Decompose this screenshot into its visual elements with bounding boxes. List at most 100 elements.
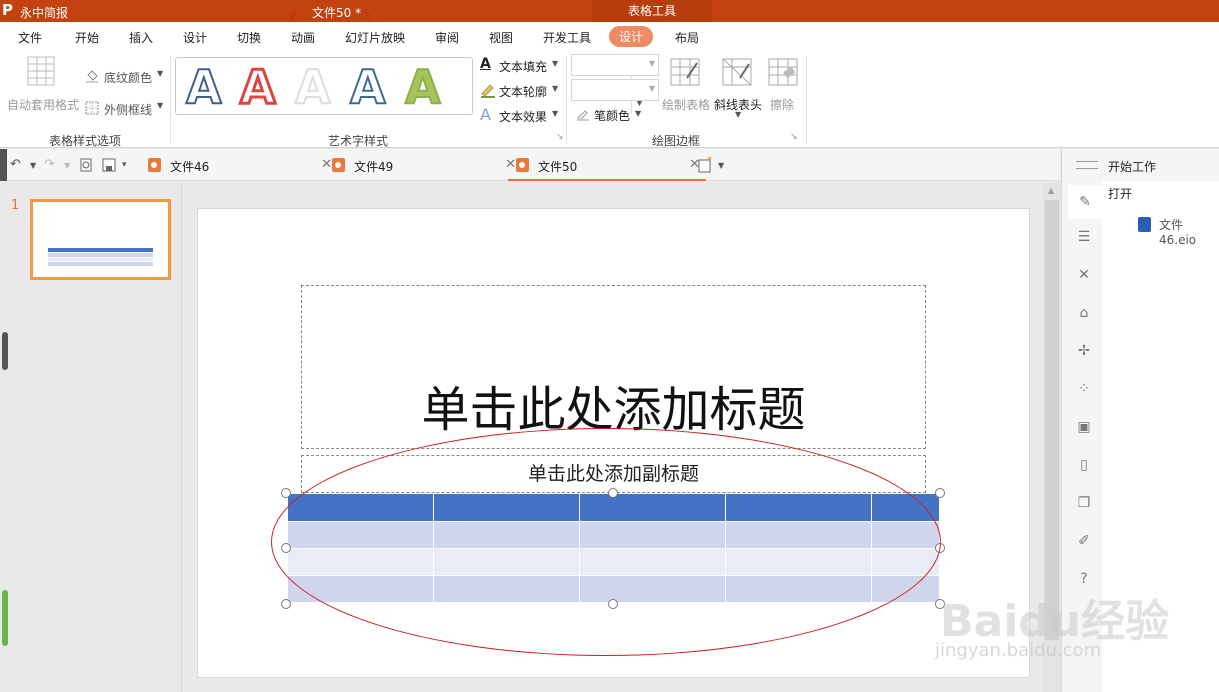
app-name: 永中简报 — [20, 6, 69, 20]
picture-icon[interactable]: ▣ — [1076, 419, 1092, 435]
brush-icon[interactable]: ⌂ — [1076, 305, 1092, 321]
presentation-file-icon — [1138, 217, 1151, 232]
left-edge-bar — [0, 149, 7, 181]
panel-grip-icon[interactable] — [1076, 161, 1098, 169]
tab-file49[interactable]: 文件49 ✕ — [332, 149, 516, 181]
pencil-icon[interactable]: ✎ — [1068, 185, 1102, 219]
sliders-icon[interactable]: ☰ — [1076, 229, 1092, 245]
slide-canvas: 单击此处添加标题 单击此处添加副标题 ▲ — [183, 182, 1061, 692]
resize-handle[interactable] — [935, 488, 945, 498]
subtitle-placeholder-text: 单击此处添加副标题 — [527, 463, 699, 485]
menu-home[interactable]: 开始 — [75, 29, 99, 46]
recent-file-link[interactable]: 文件46.eio — [1159, 216, 1219, 247]
text-outline-label: 文本轮廓 — [499, 85, 548, 99]
resize-handle[interactable] — [281, 488, 291, 498]
scroll-up-icon[interactable]: ▲ — [1048, 186, 1054, 195]
slide-thumbnail-pane: 1 — [0, 182, 182, 692]
table-cell[interactable] — [725, 548, 872, 576]
table-cell[interactable] — [725, 493, 872, 522]
close-icon[interactable]: ✕ — [505, 157, 516, 172]
new-document-icon[interactable] — [698, 157, 713, 173]
close-icon[interactable]: ✕ — [321, 157, 332, 172]
thumbnail-table — [48, 248, 153, 266]
slide-number: 1 — [11, 198, 20, 213]
paint-bucket-icon — [86, 70, 98, 83]
chevron-down-icon[interactable]: ▼ — [64, 161, 70, 170]
undo-icon[interactable]: ↶ — [10, 157, 21, 172]
table-cell[interactable] — [579, 548, 726, 576]
resize-handle[interactable] — [935, 543, 945, 553]
table-cell[interactable] — [287, 521, 434, 549]
redo-icon[interactable]: ↷ — [44, 157, 55, 172]
save-icon[interactable] — [102, 158, 116, 172]
slide[interactable]: 单击此处添加标题 单击此处添加副标题 — [197, 208, 1030, 678]
print-preview-icon[interactable] — [79, 158, 93, 172]
table-cell[interactable] — [579, 493, 726, 522]
border-icon — [85, 101, 99, 115]
pane-resize-handle[interactable] — [2, 332, 8, 370]
chevron-down-icon[interactable]: ▼ — [30, 161, 36, 170]
menu-view[interactable]: 视图 — [489, 29, 513, 46]
table-cell[interactable] — [287, 493, 434, 522]
table-cell[interactable] — [433, 493, 580, 522]
menu-slideshow[interactable]: 幻灯片放映 — [345, 29, 405, 46]
title-placeholder[interactable]: 单击此处添加标题 — [301, 285, 926, 449]
shapes-icon[interactable]: ✢ — [1076, 343, 1092, 359]
menu-review[interactable]: 审阅 — [435, 29, 459, 46]
resize-handle[interactable] — [281, 599, 291, 609]
table-cell[interactable] — [287, 575, 434, 603]
tab-file46[interactable]: 文件46 ✕ — [148, 149, 332, 181]
chevron-down-icon[interactable]: ▼ — [718, 161, 724, 170]
wordart-style-3[interactable]: A — [294, 60, 332, 114]
table-cell[interactable] — [287, 548, 434, 576]
resize-handle[interactable] — [608, 488, 618, 498]
table-cell[interactable] — [579, 521, 726, 549]
grid-icon[interactable]: ⁘ — [1076, 381, 1092, 397]
wordart-gallery[interactable]: A A A A A ▲ ▼ ▼ — [175, 57, 643, 115]
menu-developer[interactable]: 开发工具 — [543, 29, 591, 46]
border-weight-select[interactable]: ▼ — [571, 79, 659, 101]
menu-layout[interactable]: 布局 — [675, 29, 699, 46]
table-cell[interactable] — [433, 575, 580, 603]
border-style-select[interactable]: ▼ — [571, 54, 659, 76]
tools-icon[interactable]: ✕ — [1076, 267, 1092, 283]
wordart-style-4[interactable]: A — [349, 60, 387, 114]
tab-file50[interactable]: 文件50 ✕ — [508, 149, 706, 181]
table-cell[interactable] — [433, 548, 580, 576]
clipboard-icon[interactable]: ▯ — [1076, 457, 1092, 473]
menu-transition[interactable]: 切换 — [237, 29, 261, 46]
chevron-down-icon: ▼ — [648, 59, 655, 68]
slide-table[interactable] — [287, 493, 940, 603]
table-cell[interactable] — [725, 521, 872, 549]
menu-animation[interactable]: 动画 — [291, 29, 315, 46]
menu-bar: 文件 开始 插入 设计 切换 动画 幻灯片放映 审阅 视图 开发工具 设计 布局 — [0, 22, 1219, 52]
tab-label: 文件46 — [170, 160, 210, 174]
wordart-style-5[interactable]: A — [404, 60, 442, 114]
group-dialog-launcher-icon[interactable]: ↘ — [790, 132, 798, 142]
table-cell[interactable] — [871, 575, 940, 603]
table-cell[interactable] — [725, 575, 872, 603]
text-outline-icon — [481, 84, 495, 98]
menu-insert[interactable]: 插入 — [129, 29, 153, 46]
table-cell[interactable] — [871, 521, 940, 549]
edit-icon[interactable]: ✐ — [1076, 533, 1092, 549]
draw-table-label: 绘制表格 — [662, 98, 711, 112]
divider — [806, 56, 807, 144]
table-tools-context-label: 表格工具 — [592, 0, 712, 22]
customize-toolbar-icon[interactable]: ▾ — [122, 160, 127, 170]
menu-table-design[interactable]: 设计 — [609, 26, 654, 47]
table-cell[interactable] — [871, 493, 940, 522]
slide-thumbnail[interactable] — [30, 199, 171, 280]
table-cell[interactable] — [871, 548, 940, 576]
group-dialog-launcher-icon[interactable]: ↘ — [556, 132, 564, 142]
wordart-style-1[interactable]: A — [185, 60, 223, 114]
copy-icon[interactable]: ❐ — [1076, 495, 1092, 511]
scrollbar-thumb[interactable] — [1045, 200, 1059, 640]
wordart-style-2[interactable]: A — [239, 60, 278, 115]
table-cell[interactable] — [433, 521, 580, 549]
menu-design[interactable]: 设计 — [183, 29, 207, 46]
table-cell[interactable] — [579, 575, 726, 603]
resize-handle[interactable] — [281, 543, 291, 553]
menu-file[interactable]: 文件 — [18, 29, 42, 46]
resize-handle[interactable] — [608, 599, 618, 609]
